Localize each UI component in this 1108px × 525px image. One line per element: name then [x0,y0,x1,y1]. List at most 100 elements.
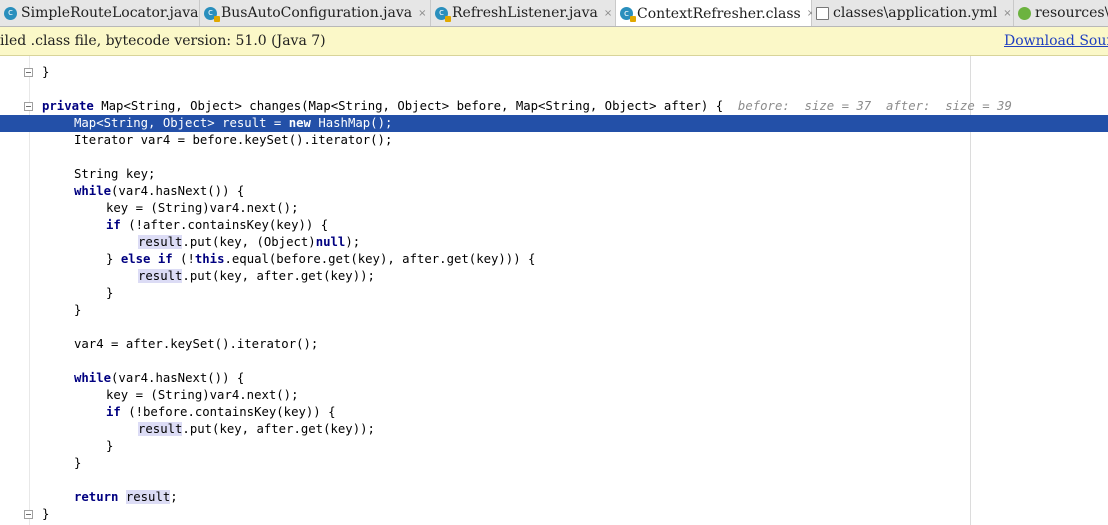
code-text: result.put(key, after.get(key)); [138,421,375,438]
code-line: key = (String)var4.next(); [0,200,1108,217]
code-text: private Map<String, Object> changes(Map<… [42,98,1012,115]
code-line: } [0,438,1108,455]
keyword-token: this [194,252,225,266]
tab-label: classes\application.yml [833,5,998,21]
code-token: .put(key, after.get(key)); [182,269,375,283]
code-token: ; [170,490,178,504]
code-token: .equal(before.get(key), after.get(key)))… [224,252,536,266]
code-text: result.put(key, after.get(key)); [138,268,375,285]
code-line: } [0,506,1108,523]
decompiled-info-banner: iled .class file, bytecode version: 51.0… [0,27,1108,56]
class-listener-icon: c [435,6,451,22]
debug-inline-value: before: size = 37 after: size = 39 [737,99,1012,113]
code-token: var4 = after.keySet().iterator(); [74,337,319,351]
tab-refreshlistener-java[interactable]: c RefreshListener.java × [431,0,616,26]
code-token: } [74,456,82,470]
fold-marker-icon[interactable] [24,68,33,77]
code-token: key = (String)var4.next(); [106,201,299,215]
code-line: Iterator var4 = before.keySet().iterator… [0,132,1108,149]
code-line: } [0,285,1108,302]
code-text: result.put(key, (Object)null); [138,234,360,251]
download-sources-link[interactable]: Download Sourc [1004,33,1108,49]
variable-usage-token: result [138,235,183,249]
code-text: String key; [74,166,155,183]
fold-marker-icon[interactable] [24,102,33,111]
code-line: key = (String)var4.next(); [0,387,1108,404]
code-line: } [0,455,1108,472]
code-token: } [42,507,50,521]
code-line: } [0,64,1108,81]
keyword-token: private [42,99,94,113]
code-text: } [42,65,50,79]
keyword-token: else if [120,252,173,266]
code-text: } [74,455,81,472]
code-token: Map<String, Object> changes(Map<String, … [93,99,738,113]
spring-leaf-icon [1018,6,1031,20]
class-icon: c [4,6,17,20]
close-tab-icon[interactable]: × [604,8,612,19]
current-line: Map<String, Object> result = new HashMap… [0,115,1108,132]
code-text: var4 = after.keySet().iterator(); [74,336,318,353]
keyword-token: if [106,218,121,232]
close-tab-icon[interactable]: × [418,8,426,19]
tab-label: ContextRefresher.class [637,5,801,22]
class-config-icon: c [204,6,220,22]
banner-message: iled .class file, bytecode version: 51.0… [0,33,326,49]
tab-resources-[interactable]: resources\ [1014,0,1108,26]
code-text: while(var4.hasNext()) { [74,370,244,387]
tab-simpleroutelocator-java[interactable]: cSimpleRouteLocator.java× [0,0,213,26]
code-text: while(var4.hasNext()) { [74,183,244,200]
code-text: if (!after.containsKey(key)) { [106,217,328,234]
keyword-token: return [74,490,119,504]
keyword-token: while [74,184,112,198]
code-token: } [106,439,114,453]
code-text: } [106,438,113,455]
keyword-token: new [288,116,311,130]
tab-classes-application-yml[interactable]: classes\application.yml × [812,0,1014,26]
code-text: if (!before.containsKey(key)) { [106,404,336,421]
code-line: } [0,302,1108,319]
code-text: return environment; [74,56,215,57]
code-token: (var4.hasNext()) { [111,184,245,198]
code-line: while(var4.hasNext()) { [0,370,1108,387]
code-token: Iterator var4 = before.keySet().iterator… [74,133,393,147]
keyword-token: if [106,405,121,419]
code-token: } [106,286,114,300]
tab-busautoconfiguration-java[interactable]: c BusAutoConfiguration.java × [200,0,431,26]
code-text: return result; [74,489,178,506]
close-tab-icon[interactable]: × [1003,8,1011,19]
tab-label: RefreshListener.java [452,5,598,21]
code-line: String key; [0,166,1108,183]
code-token: key = (String)var4.next(); [106,388,299,402]
code-token: (!after.containsKey(key)) { [120,218,329,232]
code-text: } [74,302,81,319]
variable-usage-token: result [138,422,183,436]
tab-contextrefresher-class[interactable]: c ContextRefresher.class × [616,0,815,26]
tab-label: resources\ [1035,5,1108,21]
code-text: key = (String)var4.next(); [106,387,299,404]
tab-label: SimpleRouteLocator.java [21,5,199,21]
code-editor[interactable]: return environment;} private Map<String, … [0,56,1108,525]
code-line: return environment; [0,56,1108,64]
class-file-icon: c [620,7,636,22]
code-line: if (!before.containsKey(key)) { [0,404,1108,421]
fold-marker-icon[interactable] [24,510,33,519]
code-token: Map<String, Object> [74,116,223,130]
code-line: while(var4.hasNext()) { [0,183,1108,200]
code-line: result.put(key, after.get(key)); [0,268,1108,285]
code-line: result.put(key, (Object)null); [0,234,1108,251]
code-line: if (!after.containsKey(key)) { [0,217,1108,234]
code-text: } [42,506,49,523]
editor-tab-bar: cSimpleRouteLocator.java×cBusAutoConfigu… [0,0,1108,27]
code-line: result.put(key, after.get(key)); [0,421,1108,438]
keyword-token: null [315,235,346,249]
code-token: = [266,116,289,130]
code-token: .put(key, after.get(key)); [182,422,375,436]
tab-label: BusAutoConfiguration.java [221,5,413,21]
